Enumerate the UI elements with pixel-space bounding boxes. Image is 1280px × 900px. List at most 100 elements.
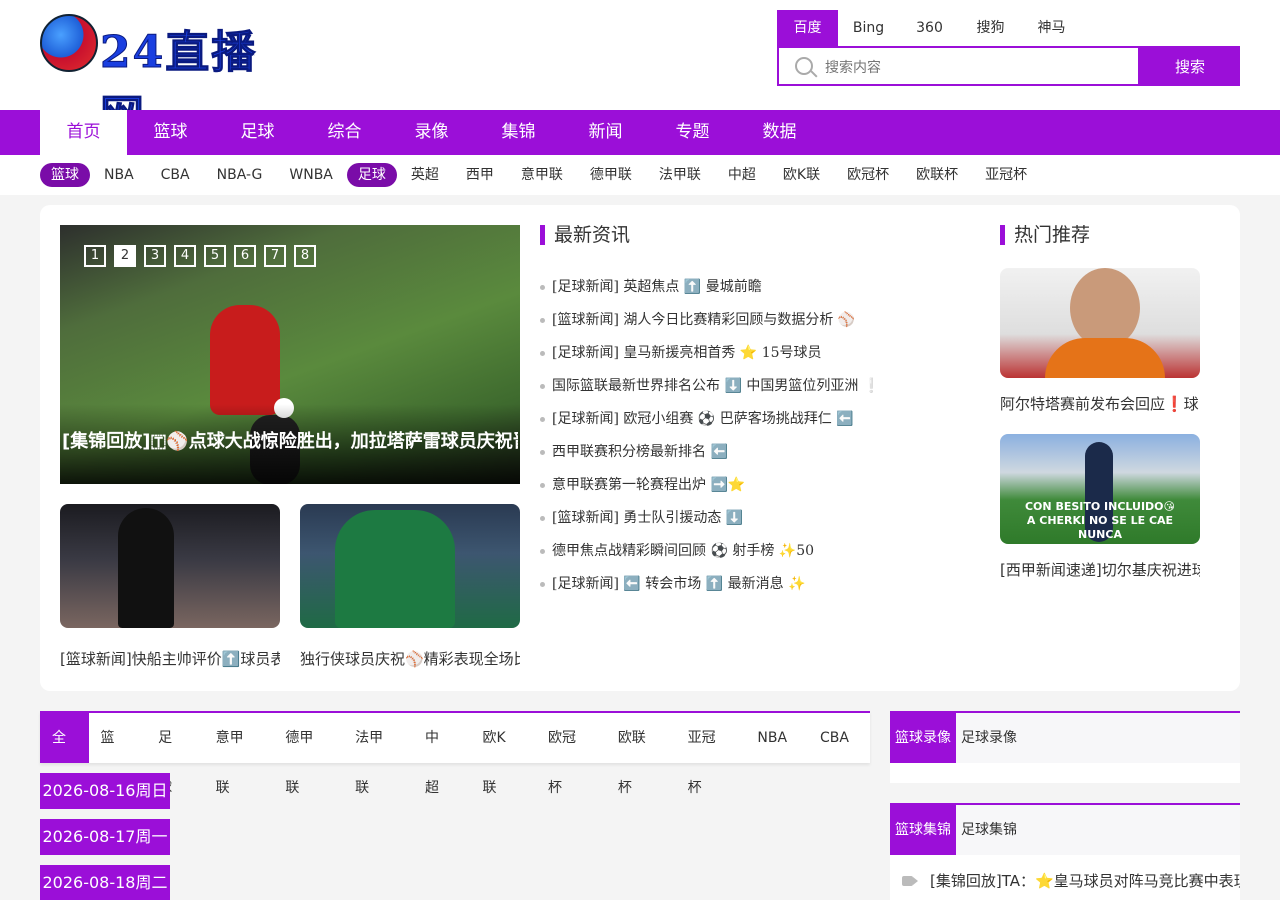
news-item[interactable]: [足球新闻] 英超焦点 ⬆️ 曼城前瞻	[540, 271, 980, 304]
section-title-hot: 热门推荐	[1000, 225, 1090, 245]
news-item[interactable]: 西甲联赛积分榜最新排名 ⬅️	[540, 436, 980, 469]
tab-basketball-highlights[interactable]: 篮球集锦	[890, 805, 956, 855]
news-item[interactable]: [足球新闻] ⬅️ 转会市场 ⬆️ 最新消息 ✨	[540, 568, 980, 601]
nav-item-topics[interactable]: 专题	[649, 110, 736, 155]
main-nav: 首页 篮球 足球 综合 录像 集锦 新闻 专题 数据	[0, 110, 1280, 155]
slider-dot[interactable]: 3	[144, 245, 166, 267]
news-item[interactable]: [篮球新闻] 湖人今日比赛精彩回顾与数据分析 ⚾️	[540, 304, 980, 337]
featured-panel: 1 2 3 4 5 6 7 8 [集锦回放]🇹⚾点球大战惊险胜出，加拉塔萨雷球员…	[40, 205, 1240, 691]
schedule-date-header[interactable]: 2026-08-18周二	[40, 865, 170, 900]
highlight-item[interactable]: [集锦回放]TA：⭐皇马球员对阵马竞比赛中表现出色获得全场最佳球员奖	[890, 855, 1240, 900]
sub-nav-item[interactable]: 英超	[398, 163, 452, 187]
news-item[interactable]: 国际篮联最新世界排名公布 ⬇️ 中国男篮位列亚洲 ❕	[540, 370, 980, 403]
schedule-tab[interactable]: 亚冠杯	[676, 713, 737, 796]
nav-item-home[interactable]: 首页	[40, 110, 127, 155]
nav-item-news[interactable]: 新闻	[562, 110, 649, 155]
schedule-tab[interactable]: 篮球	[89, 713, 138, 796]
sub-nav-item[interactable]: 意甲联	[508, 163, 576, 187]
site-logo[interactable]: 24直播网	[40, 14, 270, 143]
hot-image-figure	[1045, 338, 1165, 378]
schedule-tab[interactable]: 欧联杯	[606, 713, 667, 796]
slider-dot[interactable]: 4	[174, 245, 196, 267]
schedule-tabs: 全部 篮球 足球 意甲联 德甲联 法甲联 中超 欧K联 欧冠杯 欧联杯 亚冠杯 …	[40, 711, 870, 796]
sub-nav-item[interactable]: 欧K联	[770, 163, 833, 187]
nav-item-football[interactable]: 足球	[214, 110, 301, 155]
search-tab-360[interactable]: 360	[899, 10, 960, 46]
schedule-tab[interactable]: 中超	[413, 713, 462, 796]
thumbnail-image[interactable]	[300, 504, 520, 628]
slider-dot[interactable]: 6	[234, 245, 256, 267]
schedule-tab[interactable]: 法甲联	[343, 713, 404, 796]
nav-item-highlights[interactable]: 集锦	[475, 110, 562, 155]
thumbnail-caption[interactable]: 独行侠球员庆祝⚾️精彩表现全场比赛集锦回顾	[300, 648, 520, 669]
highlight-item-title: [集锦回放]TA：⭐皇马球员对阵马竞比赛中表现出色获得全场最佳球员奖	[930, 872, 1240, 890]
sub-nav-item[interactable]: NBA-G	[204, 163, 276, 187]
hot-image[interactable]: CON BESITO INCLUIDO😘 A CHERKI NO SE LE C…	[1000, 434, 1200, 544]
schedule-date-header[interactable]: 2026-08-16周日	[40, 773, 170, 809]
search-box	[777, 46, 1140, 86]
featured-slider[interactable]: 1 2 3 4 5 6 7 8 [集锦回放]🇹⚾点球大战惊险胜出，加拉塔萨雷球员…	[60, 225, 520, 484]
slider-dot[interactable]: 8	[294, 245, 316, 267]
schedule-tab-all[interactable]: 全部	[40, 713, 89, 796]
sub-nav-category-basketball[interactable]: 篮球	[40, 163, 90, 187]
slider-dot[interactable]: 1	[84, 245, 106, 267]
news-item[interactable]: [足球新闻] 皇马新援亮相首秀 ⭐ 15号球员	[540, 337, 980, 370]
slider-dot-active[interactable]: 2	[114, 245, 136, 267]
tab-football-highlights[interactable]: 足球集锦	[956, 805, 1022, 855]
news-item[interactable]: 德甲焦点战精彩瞬间回顾 ⚽️ 射手榜 ✨50	[540, 535, 980, 568]
schedule-tab[interactable]: 欧K联	[470, 713, 527, 796]
basketball-logo-icon	[40, 14, 98, 72]
nav-item-basketball[interactable]: 篮球	[127, 110, 214, 155]
slider-photo-player	[210, 305, 280, 415]
sub-nav: 篮球 NBA CBA NBA-G WNBA 足球 英超 西甲 意甲联 德甲联 法…	[0, 155, 1280, 195]
hot-caption[interactable]: 阿尔特塔赛前发布会回应❗球队近况解析	[1000, 393, 1200, 414]
sub-nav-item[interactable]: CBA	[148, 163, 203, 187]
schedule-date-header[interactable]: 2026-08-17周一	[40, 819, 170, 855]
search-input[interactable]	[825, 56, 1125, 78]
search-tab-baidu[interactable]: 百度	[777, 10, 838, 46]
sub-nav-category-football[interactable]: 足球	[346, 163, 397, 187]
site-header: 24直播网 百度 Bing 360 搜狗 神马 搜索	[0, 0, 1280, 143]
hot-caption[interactable]: [西甲新闻速递]切尔基庆祝进球的独特方式曝光	[1000, 559, 1200, 580]
search-engine-tabs: 百度 Bing 360 搜狗 神马	[777, 10, 1082, 46]
search-tab-sogou[interactable]: 搜狗	[960, 10, 1021, 46]
slider-dot[interactable]: 7	[264, 245, 286, 267]
slider-caption[interactable]: [集锦回放]🇹⚾点球大战惊险胜出，加拉塔萨雷球员庆祝晋级比赛2	[62, 427, 518, 453]
nav-item-general[interactable]: 综合	[301, 110, 388, 155]
slider-dot[interactable]: 5	[204, 245, 226, 267]
sub-nav-item[interactable]: 法甲联	[646, 163, 714, 187]
thumbnail-caption[interactable]: [篮球新闻]快船主帅评价⬆️球员表现⬇️战术	[60, 648, 280, 669]
nav-item-replays[interactable]: 录像	[388, 110, 475, 155]
news-item[interactable]: 意甲联赛第一轮赛程出炉 ➡️⭐	[540, 469, 980, 502]
sub-nav-item[interactable]: 欧冠杯	[834, 163, 902, 187]
schedule-tab[interactable]: 欧冠杯	[536, 713, 597, 796]
nav-item-data[interactable]: 数据	[736, 110, 823, 155]
sub-nav-item[interactable]: NBA	[91, 163, 147, 187]
hot-image[interactable]	[1000, 268, 1200, 378]
thumbnail-figure	[335, 510, 455, 628]
thumbnail-image[interactable]	[60, 504, 280, 628]
schedule-tab[interactable]: 意甲联	[204, 713, 265, 796]
slider-pagination: 1 2 3 4 5 6 7 8	[84, 245, 324, 267]
highlights-box: 篮球集锦 足球集锦 [集锦回放]TA：⭐皇马球员对阵马竞比赛中表现出色获得全场最…	[890, 803, 1240, 900]
news-item[interactable]: [足球新闻] 欧冠小组赛 ⚽ 巴萨客场挑战拜仁 ⬅️	[540, 403, 980, 436]
tab-basketball-replays[interactable]: 篮球录像	[890, 713, 956, 763]
sub-nav-item[interactable]: 西甲	[453, 163, 507, 187]
sub-nav-item[interactable]: WNBA	[276, 163, 346, 187]
video-camera-icon	[902, 876, 918, 886]
news-item[interactable]: [篮球新闻] 勇士队引援动态 ⬇️	[540, 502, 980, 535]
schedule-tab[interactable]: NBA	[745, 713, 799, 763]
section-title-news: 最新资讯	[540, 225, 630, 245]
schedule-tab[interactable]: 足球	[146, 713, 195, 796]
schedule-tab[interactable]: 德甲联	[273, 713, 334, 796]
sub-nav-item[interactable]: 德甲联	[577, 163, 645, 187]
schedule-tab[interactable]: CBA	[808, 713, 861, 763]
thumbnail-figure	[118, 508, 174, 628]
sub-nav-item[interactable]: 欧联杯	[903, 163, 971, 187]
search-tab-bing[interactable]: Bing	[838, 10, 899, 46]
tab-football-replays[interactable]: 足球录像	[956, 713, 1022, 763]
search-tab-shenma[interactable]: 神马	[1021, 10, 1082, 46]
search-button[interactable]: 搜索	[1140, 46, 1240, 86]
sub-nav-item[interactable]: 亚冠杯	[972, 163, 1040, 187]
sub-nav-item[interactable]: 中超	[715, 163, 769, 187]
